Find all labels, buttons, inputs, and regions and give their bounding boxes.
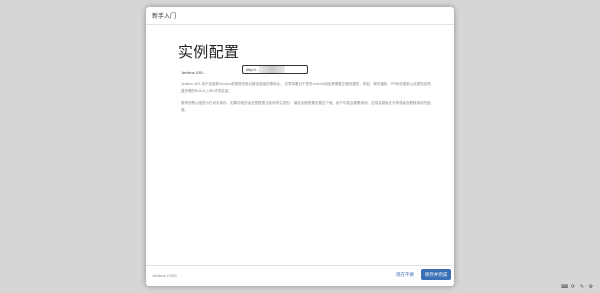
- setup-dialog: 新手入门 实例配置 Jenkins URL: Jenkins URL 用于给各种…: [146, 7, 454, 286]
- system-tray: ⌨ ⟳ ✎ ⚙: [561, 284, 594, 290]
- keyboard-icon[interactable]: ⌨: [561, 284, 568, 290]
- dialog-body: 实例配置 Jenkins URL: Jenkins URL 用于给各种Jenki…: [146, 25, 454, 266]
- sync-icon[interactable]: ⟳: [570, 284, 576, 290]
- version-label: Jenkins 2.289: [152, 273, 177, 278]
- pen-icon[interactable]: ✎: [579, 284, 585, 290]
- page-title: 实例配置: [178, 44, 240, 61]
- description-paragraph: Jenkins URL 用于给各种Jenkins资源提供绝对路径链接的根地址。 …: [181, 82, 431, 93]
- gear-icon[interactable]: ⚙: [588, 284, 594, 290]
- dialog-header: 新手入门: [146, 7, 454, 25]
- redacted-overlay: [259, 66, 285, 73]
- dialog-footer: Jenkins 2.289 现在不要 保存并完成: [146, 265, 454, 286]
- skip-button[interactable]: 现在不要: [396, 272, 414, 278]
- save-finish-button[interactable]: 保存并完成: [421, 269, 451, 280]
- dialog-title: 新手入门: [152, 14, 177, 20]
- jenkins-url-label: Jenkins URL:: [181, 70, 205, 75]
- description-paragraph: 推荐的默认值显示在尚未保存，如果可能的话这是根据当前请求生成的。 最佳实践是要设…: [181, 101, 431, 112]
